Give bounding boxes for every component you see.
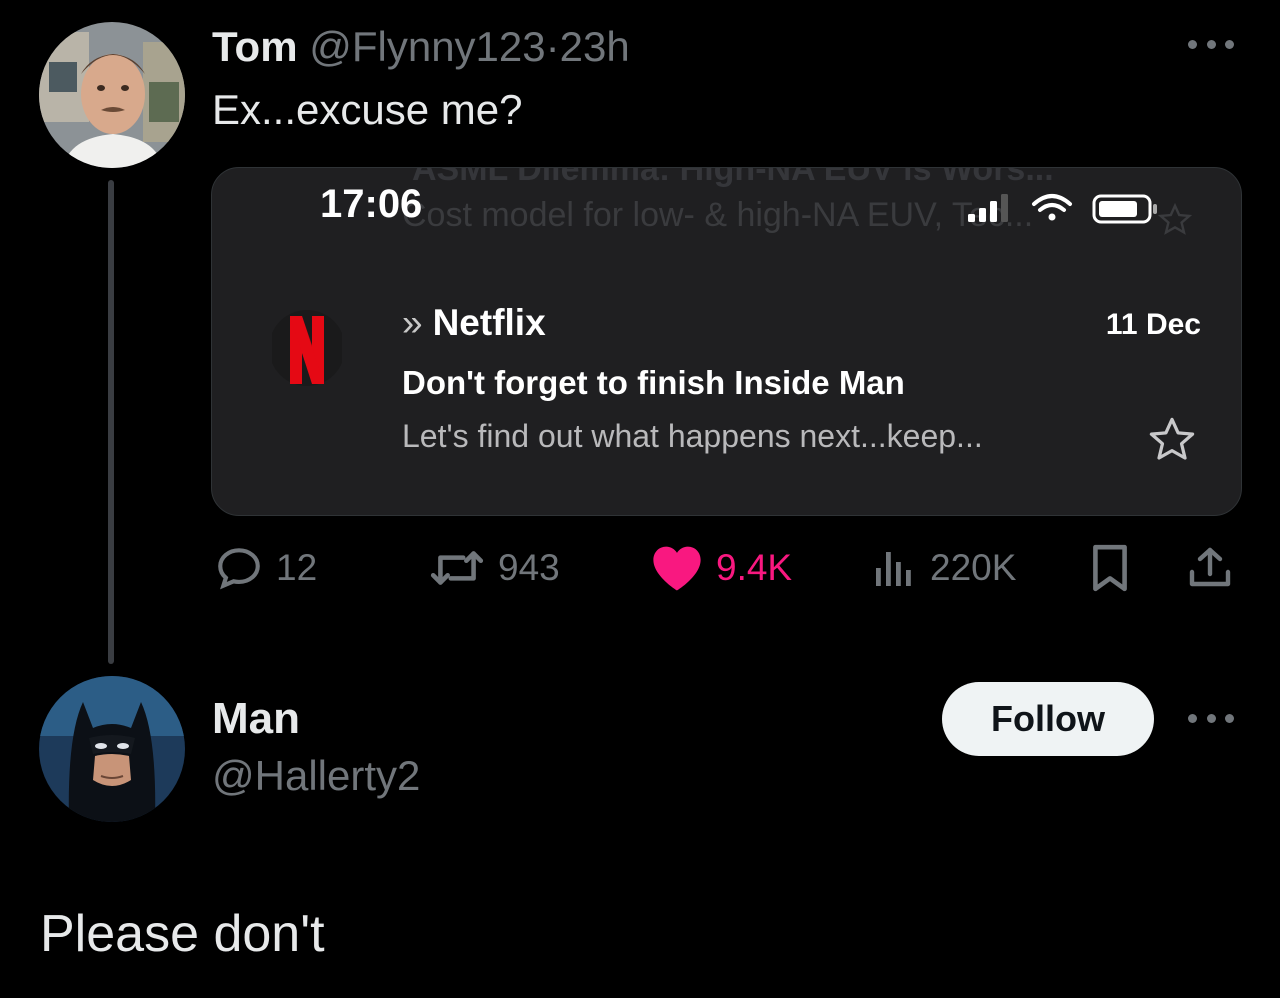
mail-date: 11 Dec	[1105, 308, 1201, 341]
battery-icon	[1092, 194, 1157, 224]
sender-name: Netflix	[432, 302, 546, 343]
mail-sender: » Netflix	[402, 302, 546, 344]
heart-icon	[653, 546, 701, 591]
mail-preview: Let's find out what happens next...keep.…	[402, 418, 983, 454]
reply-text: Please don't	[40, 905, 325, 963]
ghost-subline: Cost model for low- & high-NA EUV, Tec..…	[402, 196, 1034, 234]
separator-dot: ·	[545, 23, 560, 70]
author-handle[interactable]: @Flynny123	[309, 23, 545, 70]
share-button[interactable]	[1186, 540, 1234, 596]
tweet-text: Ex...excuse me?	[212, 86, 523, 133]
reply-icon	[218, 548, 260, 590]
like-button[interactable]: 9.4K	[650, 540, 792, 596]
repost-icon	[430, 551, 484, 585]
star-icon	[1149, 417, 1195, 460]
more-icon[interactable]	[1188, 712, 1234, 724]
timeline: Tom @Flynny123·23h Ex...excuse me? ASML …	[0, 0, 1280, 998]
reply-author-name[interactable]: Man	[212, 694, 300, 744]
embedded-screenshot[interactable]: ASML Dilemma: High-NA EUV is Wors... Cos…	[211, 167, 1242, 516]
important-marker-icon: »	[402, 302, 423, 343]
ghost-headline: ASML Dilemma: High-NA EUV is Wors...	[412, 167, 1054, 188]
share-icon	[1189, 547, 1231, 587]
views-button[interactable]: 220K	[870, 540, 1016, 596]
views-icon	[876, 552, 911, 586]
repost-count: 943	[498, 547, 560, 588]
follow-button[interactable]: Follow	[942, 682, 1154, 756]
repost-button[interactable]: 943	[428, 540, 560, 596]
reply-author-handle[interactable]: @Hallerty2	[212, 752, 420, 800]
status-time: 17:06	[320, 182, 423, 226]
like-count: 9.4K	[716, 547, 793, 588]
status-icons	[968, 194, 1157, 224]
thread-line	[108, 180, 114, 664]
avatar[interactable]	[39, 22, 185, 168]
bookmark-button[interactable]	[1088, 540, 1132, 596]
tweet-header: Tom @Flynny123·23h	[212, 22, 630, 72]
timestamp[interactable]: 23h	[560, 23, 630, 70]
wifi-icon	[1032, 194, 1072, 221]
avatar[interactable]	[39, 676, 185, 822]
bookmark-icon	[1093, 544, 1127, 592]
author-name[interactable]: Tom	[212, 23, 298, 70]
mail-subject: Don't forget to finish Inside Man	[402, 364, 905, 401]
view-count: 220K	[930, 547, 1017, 588]
reply-count: 12	[276, 547, 318, 588]
netflix-logo	[272, 310, 342, 386]
signal-icon	[968, 194, 1008, 222]
more-icon[interactable]	[1188, 38, 1234, 50]
reply-button[interactable]: 12	[214, 540, 317, 596]
